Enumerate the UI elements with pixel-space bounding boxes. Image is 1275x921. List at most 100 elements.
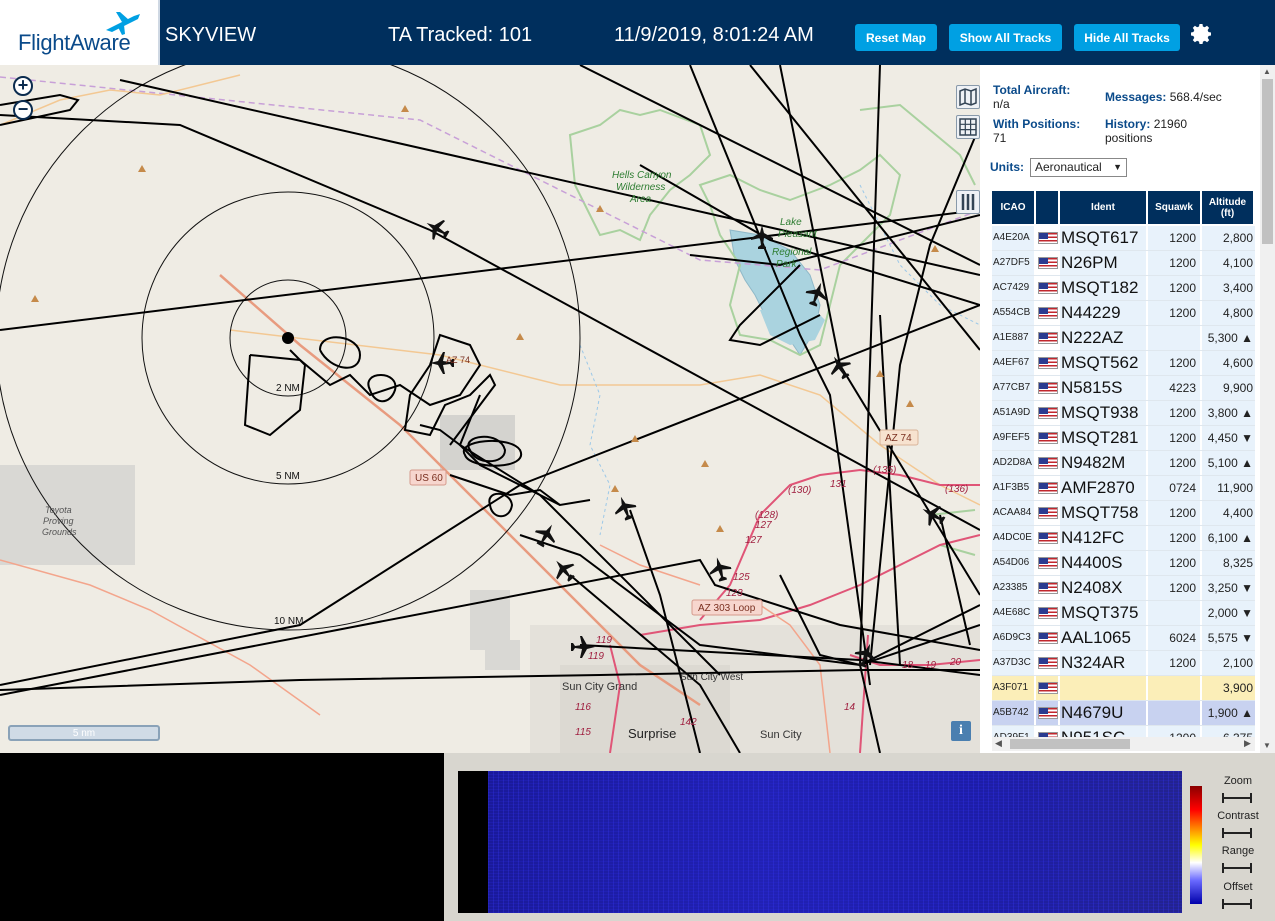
altitude-cell: 6,100 ▲ <box>1202 526 1255 550</box>
zoom-in-button[interactable]: + <box>13 75 33 96</box>
col-header-icao[interactable]: ICAO <box>992 191 1036 224</box>
toyota-label: Proving <box>43 516 74 526</box>
ident-cell: AMF2870 <box>1060 476 1146 500</box>
zoom-slider[interactable] <box>1222 793 1252 803</box>
us-flag-icon <box>1038 707 1058 719</box>
us-flag-icon <box>1038 482 1058 494</box>
hide-all-tracks-button[interactable]: Hide All Tracks <box>1074 24 1180 51</box>
map-canvas[interactable]: 2 NM 5 NM 10 NM Hells Canyon Wilderness … <box>0 65 980 753</box>
ident-cell: AAL1065 <box>1060 626 1146 650</box>
flag-cell <box>1036 326 1058 350</box>
altitude-cell: 3,900 <box>1202 676 1255 700</box>
table-row[interactable]: A4E20A MSQT617 1200 2,800 <box>992 226 1255 251</box>
table-row[interactable]: A37D3C N324AR 1200 2,100 <box>992 651 1255 676</box>
offset-slider[interactable] <box>1222 899 1252 909</box>
table-row[interactable]: A54D06 N4400S 1200 8,325 <box>992 551 1255 576</box>
contrast-slider[interactable] <box>1222 828 1252 838</box>
az303-label: AZ 303 Loop <box>698 603 756 614</box>
table-row[interactable]: A9FEF5 MSQT281 1200 4,450 ▼ <box>992 426 1255 451</box>
squawk-cell: 1200 <box>1148 251 1200 275</box>
ident-cell: N412FC <box>1060 526 1146 550</box>
table-row[interactable]: A6D9C3 AAL1065 6024 5,575 ▼ <box>992 626 1255 651</box>
squawk-cell: 1200 <box>1148 651 1200 675</box>
us-flag-icon <box>1038 407 1058 419</box>
table-row[interactable]: A1F3B5 AMF2870 0724 11,900 <box>992 476 1255 501</box>
altitude-cell: 11,900 <box>1202 476 1255 500</box>
col-header-ident[interactable]: Ident <box>1060 191 1148 224</box>
ident-cell: N26PM <box>1060 251 1146 275</box>
table-row[interactable]: A77CB7 N5815S 4223 9,900 <box>992 376 1255 401</box>
icao-cell: A3F071 <box>992 676 1034 700</box>
sun-city-west-label: Sun City West <box>680 672 743 683</box>
table-row[interactable]: AD2D8A N9482M 1200 5,100 ▲ <box>992 451 1255 476</box>
table-row[interactable]: A4E68C MSQT375 2,000 ▼ <box>992 601 1255 626</box>
az74-label: AZ 74 <box>885 433 912 444</box>
col-header-altitude[interactable]: Altitude (ft) <box>1202 191 1255 224</box>
table-row[interactable]: A4DC0E N412FC 1200 6,100 ▲ <box>992 526 1255 551</box>
icao-cell: A4E20A <box>992 226 1034 250</box>
table-row[interactable]: A4EF67 MSQT562 1200 4,600 <box>992 351 1255 376</box>
table-row[interactable]: AC7429 MSQT182 1200 3,400 <box>992 276 1255 301</box>
table-row[interactable]: A27DF5 N26PM 1200 4,100 <box>992 251 1255 276</box>
altitude-cell: 2,100 <box>1202 651 1255 675</box>
history-unit: positions <box>1105 131 1153 145</box>
road <box>0 559 321 716</box>
vertical-scroll-thumb[interactable] <box>1262 79 1273 244</box>
total-aircraft-label: Total Aircraft: <box>993 83 1071 97</box>
road-number: 119 <box>588 651 604 662</box>
positions-stat: With Positions: 71 <box>993 117 1103 145</box>
col-header-squawk[interactable]: Squawk <box>1148 191 1202 224</box>
table-row[interactable]: A1E887 N222AZ 5,300 ▲ <box>992 326 1255 351</box>
horizontal-scroll-thumb[interactable] <box>1010 739 1130 749</box>
info-icon[interactable]: i <box>951 721 971 741</box>
squawk-cell: 1200 <box>1148 501 1200 525</box>
reset-map-button[interactable]: Reset Map <box>855 24 937 51</box>
table-row[interactable]: A23385 N2408X 1200 3,250 ▼ <box>992 576 1255 601</box>
columns-icon[interactable] <box>956 190 980 214</box>
flag-cell <box>1036 451 1058 475</box>
squawk-cell: 1200 <box>1148 351 1200 375</box>
us-flag-icon <box>1038 507 1058 519</box>
flag-cell <box>1036 526 1058 550</box>
ident-cell: MSQT182 <box>1060 276 1146 300</box>
table-row[interactable]: A554CB N44229 1200 4,800 <box>992 301 1255 326</box>
flightaware-logo[interactable]: FlightAware <box>0 0 160 65</box>
table-row[interactable]: A3F071 3,900 <box>992 676 1255 701</box>
altitude-cell: 4,100 <box>1202 251 1255 275</box>
map-scale-bar: 5 nm <box>8 725 160 741</box>
gear-icon[interactable] <box>1190 22 1214 46</box>
app-name: SKYVIEW <box>165 24 257 46</box>
lake-pleasant-label: Park <box>776 259 798 270</box>
ident-cell: MSQT375 <box>1060 601 1146 625</box>
zoom-out-label: − <box>17 99 29 119</box>
zoom-out-button[interactable]: − <box>13 99 33 120</box>
table-row[interactable]: A51A9D MSQT938 1200 3,800 ▲ <box>992 401 1255 426</box>
ident-cell: MSQT617 <box>1060 226 1146 250</box>
skyview-app: { "header": { "logo_text": "FlightAware"… <box>0 0 1275 921</box>
messages-stat: Messages: 568.4/sec <box>1105 90 1265 104</box>
units-select[interactable]: Aeronautical <box>1030 158 1127 177</box>
show-all-tracks-button[interactable]: Show All Tracks <box>949 24 1062 51</box>
sidebar-vertical-scrollbar[interactable]: ▲ ▼ <box>1260 65 1275 753</box>
icao-cell: A5B742 <box>992 701 1034 725</box>
table-horizontal-scrollbar[interactable]: ◀ ▶ <box>992 737 1255 751</box>
range-slider[interactable] <box>1222 863 1252 873</box>
ident-cell <box>1060 676 1146 700</box>
road-number: 127 <box>745 535 762 546</box>
lake-pleasant-label: Lake <box>780 217 802 228</box>
grid-icon[interactable] <box>956 115 980 139</box>
map-layers-icon[interactable] <box>956 85 980 109</box>
road-number: 131 <box>830 479 847 490</box>
flag-cell <box>1036 351 1058 375</box>
flag-cell <box>1036 401 1058 425</box>
top-header: FlightAware SKYVIEW TA Tracked: 101 11/9… <box>0 0 1275 65</box>
map-view[interactable]: 2 NM 5 NM 10 NM Hells Canyon Wilderness … <box>0 65 980 753</box>
waterfall-display[interactable] <box>458 771 1182 913</box>
ident-cell: MSQT758 <box>1060 501 1146 525</box>
col-header-flag[interactable] <box>1036 191 1060 224</box>
table-row[interactable]: ACAA84 MSQT758 1200 4,400 <box>992 501 1255 526</box>
road-number: (130) <box>788 485 811 496</box>
ident-cell: N44229 <box>1060 301 1146 325</box>
table-row[interactable]: A5B742 N4679U 1,900 ▲ <box>992 701 1255 726</box>
ring-label-2nm: 2 NM <box>276 383 300 394</box>
